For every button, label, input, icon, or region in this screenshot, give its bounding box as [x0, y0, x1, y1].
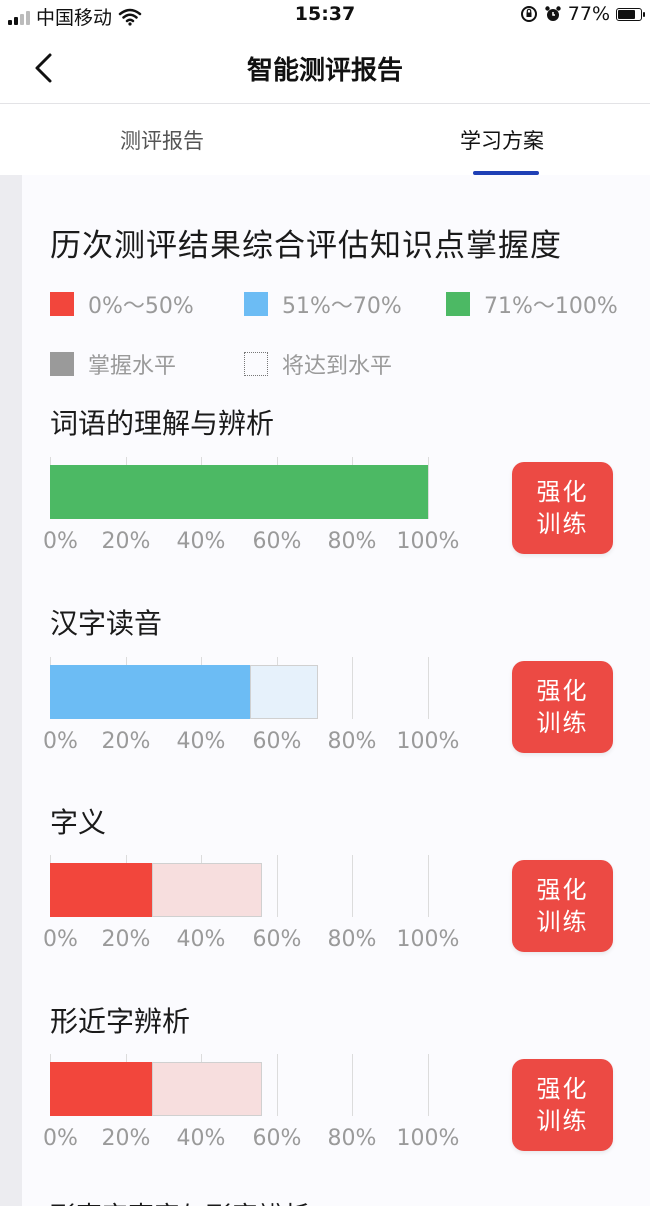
axis-tick-label: 0% — [43, 927, 78, 952]
train-button-label-4b: 训练 — [536, 1107, 589, 1135]
mastery-level-bar — [50, 665, 251, 719]
page-title: 智能测评报告 — [246, 56, 403, 86]
legend-swatch-green — [446, 292, 470, 316]
axis-tick-label: 60% — [252, 927, 302, 952]
kp-chart-1: 0% 20% 40% 60% 80% 100% — [43, 457, 459, 554]
rotation-lock-icon — [520, 6, 537, 22]
legend-label-green: 71%～100% — [484, 294, 618, 319]
legend-swatch-blue — [244, 292, 268, 316]
train-button-2[interactable]: 强化 训练 — [512, 661, 613, 753]
axis-tick-label: 20% — [101, 1126, 151, 1151]
next-section-title-partial: 形声字声旁与形旁辨析 — [50, 1196, 310, 1206]
axis-tick-label: 40% — [176, 729, 226, 754]
nav-bar: 智能测评报告 — [0, 32, 650, 104]
legend-label-target: 将达到水平 — [282, 354, 393, 379]
gridline — [428, 657, 429, 719]
kp-chart-2: 0% 20% 40% 60% 80% 100% — [43, 657, 459, 754]
gridline — [428, 1054, 429, 1116]
train-button-4[interactable]: 强化 训练 — [512, 1059, 613, 1151]
axis-tick-label: 0% — [43, 1126, 78, 1151]
axis-tick-label: 80% — [327, 729, 377, 754]
section-heading: 历次测评结果综合评估知识点掌握度 — [50, 228, 562, 264]
train-button-label-3: 强化 — [536, 876, 589, 904]
legend-label-red: 0%～50% — [88, 294, 194, 319]
target-level-bar — [152, 863, 262, 917]
train-button-label-1b: 训练 — [536, 510, 589, 538]
mastery-level-bar — [50, 863, 153, 917]
axis-tick-label: 60% — [252, 1126, 302, 1151]
axis-tick-label: 0% — [43, 729, 78, 754]
train-button-label-3b: 训练 — [536, 908, 589, 936]
mastery-level-bar — [50, 465, 428, 519]
tab-study-plan[interactable]: 学习方案 — [460, 125, 544, 155]
axis-tick-label: 20% — [101, 729, 151, 754]
axis-tick-label: 80% — [327, 1126, 377, 1151]
gridline — [352, 1054, 353, 1116]
tab-bar: 测评报告 学习方案 — [0, 105, 650, 175]
axis-tick-label: 60% — [252, 729, 302, 754]
tab-report[interactable]: 测评报告 — [120, 125, 204, 155]
axis-tick-label: 40% — [176, 529, 226, 554]
battery-percent: 77% — [567, 3, 610, 25]
kp-title-1: 词语的理解与辨析 — [50, 407, 275, 440]
gridline — [428, 855, 429, 917]
gridline — [277, 1054, 278, 1116]
legend-swatch-mastered — [50, 352, 74, 376]
target-level-bar — [250, 665, 319, 719]
battery-fill — [618, 9, 635, 19]
kp-chart-3: 0% 20% 40% 60% 80% 100% — [43, 855, 459, 952]
legend-mastered: 掌握水平 — [50, 348, 176, 380]
axis-tick-label: 100% — [396, 927, 460, 952]
train-button-label-2b: 训练 — [536, 709, 589, 737]
axis-tick-label: 80% — [327, 529, 377, 554]
legend-swatch-red — [50, 292, 74, 316]
target-level-bar — [152, 1062, 262, 1116]
axis-tick-label: 100% — [396, 1126, 460, 1151]
legend-label-blue: 51%～70% — [282, 294, 402, 319]
status-right: 77% — [520, 3, 645, 25]
axis-tick-label: 100% — [396, 529, 460, 554]
alarm-icon — [545, 6, 561, 21]
mastery-level-bar — [50, 1062, 153, 1116]
gridline — [277, 855, 278, 917]
gridline — [352, 657, 353, 719]
battery-icon — [616, 7, 645, 21]
axis-tick-label: 40% — [176, 1126, 226, 1151]
axis-tick-label: 40% — [176, 927, 226, 952]
legend-green: 71%～100% — [446, 288, 618, 320]
legend-target: 将达到水平 — [244, 348, 392, 380]
train-button-3[interactable]: 强化 训练 — [512, 860, 613, 952]
legend-swatch-target — [244, 352, 268, 376]
gridline — [352, 855, 353, 917]
legend-blue: 51%～70% — [244, 288, 402, 320]
gridline — [428, 457, 429, 519]
legend-label-mastered: 掌握水平 — [88, 354, 177, 379]
status-bar: 中国移动 15:37 77% — [0, 0, 650, 32]
kp-title-4: 形近字辨析 — [50, 1005, 191, 1038]
kp-title-2: 汉字读音 — [50, 607, 163, 640]
train-button-1[interactable]: 强化 训练 — [512, 462, 613, 554]
axis-tick-label: 20% — [101, 529, 151, 554]
legend-red: 0%～50% — [50, 288, 194, 320]
axis-tick-label: 0% — [43, 529, 78, 554]
left-gutter — [0, 175, 22, 1206]
axis-tick-label: 80% — [327, 927, 377, 952]
axis-tick-label: 60% — [252, 529, 302, 554]
train-button-label-1: 强化 — [536, 478, 589, 506]
train-button-label-4: 强化 — [536, 1075, 589, 1103]
axis-tick-label: 20% — [101, 927, 151, 952]
axis-tick-label: 100% — [396, 729, 460, 754]
kp-chart-4: 0% 20% 40% 60% 80% 100% — [43, 1054, 459, 1151]
train-button-label-2: 强化 — [536, 677, 589, 705]
kp-title-3: 字义 — [50, 806, 107, 839]
